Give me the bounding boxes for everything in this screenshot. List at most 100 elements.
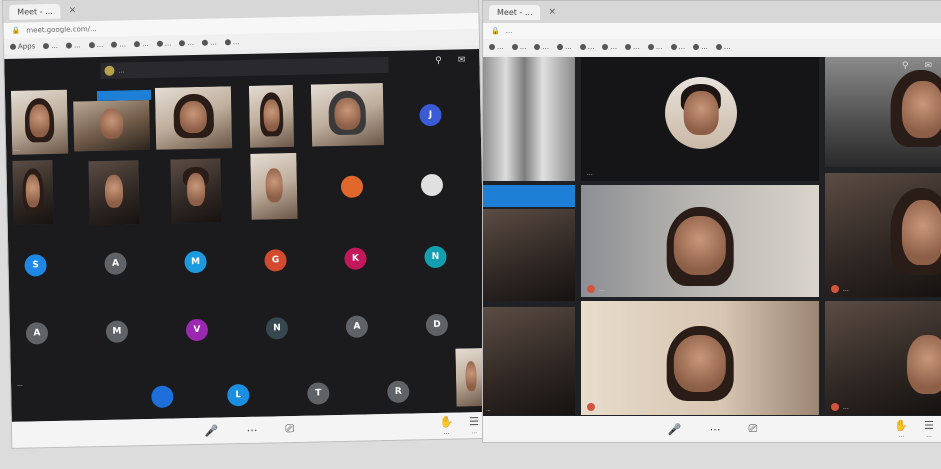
bookmark-item[interactable]: ... <box>715 43 731 51</box>
lock-icon: 🔒 <box>11 26 21 35</box>
participant-avatar[interactable] <box>420 173 444 197</box>
bookmark-item[interactable]: ... <box>670 43 685 51</box>
participant-tile[interactable] <box>88 160 140 226</box>
raise-hand-button[interactable]: ✋ ... <box>894 419 908 439</box>
bookmark-item[interactable]: ... <box>65 41 81 50</box>
bookmark-item[interactable]: ... <box>579 43 594 51</box>
bookmark-item[interactable]: ... <box>647 43 663 51</box>
close-tab-icon[interactable]: × <box>69 5 77 15</box>
participant-tile[interactable]: ... <box>10 89 69 155</box>
participant-avatar[interactable] <box>151 385 174 408</box>
participant-tile[interactable] <box>250 152 298 220</box>
participant-tile[interactable] <box>310 83 385 147</box>
bookmark-favicon-icon <box>9 43 17 50</box>
right-top-icons: ⚲ ✉ <box>902 61 932 71</box>
bookmark-item[interactable]: ... <box>224 38 240 46</box>
participant-tile[interactable] <box>170 158 222 224</box>
people-icon[interactable]: ⚲ <box>435 56 442 66</box>
left-tab[interactable]: Meet - ... <box>9 3 61 20</box>
chat-button[interactable]: ☰ ... <box>469 415 479 435</box>
chat-list-icon: ☰ <box>924 419 934 432</box>
right-address-bar[interactable]: 🔒 ... <box>483 23 941 39</box>
bookmark-item[interactable]: ... <box>625 43 640 51</box>
participant-avatar[interactable]: S <box>24 254 47 277</box>
bookmark-item[interactable]: ... <box>534 43 549 51</box>
bookmark-item[interactable]: ... <box>557 43 572 51</box>
chat-icon[interactable]: ✉ <box>924 61 932 71</box>
participant-name: ... <box>599 285 605 293</box>
right-address-text: ... <box>505 27 513 35</box>
participant-avatar[interactable] <box>340 175 364 198</box>
bookmark-item[interactable]: ... <box>156 39 171 48</box>
participant-avatar[interactable]: A <box>104 252 127 275</box>
participant-tile[interactable]: ... <box>581 185 819 297</box>
more-options-icon[interactable]: ⋯ <box>246 423 257 436</box>
mic-icon[interactable]: 🎤 <box>668 423 682 436</box>
participant-avatar[interactable]: L <box>227 383 250 407</box>
participant-tile[interactable] <box>483 209 575 301</box>
participant-avatar[interactable]: N <box>424 245 447 269</box>
raise-hand-button[interactable]: ✋ ... <box>439 416 453 436</box>
left-meet-grid: ... ⚲ ✉ ... J S A M G K N A M V N A D L … <box>4 49 487 422</box>
bookmark-item[interactable]: ... <box>88 41 103 49</box>
bookmark-item[interactable]: ... <box>179 39 194 47</box>
participant-tile[interactable] <box>73 99 151 152</box>
participant-label: ... <box>831 403 849 411</box>
chat-label: ... <box>926 432 932 439</box>
chat-list-icon: ☰ <box>468 415 480 429</box>
right-tab[interactable]: Meet - ... <box>489 4 541 20</box>
bookmark-item[interactable]: ... <box>43 42 58 50</box>
bookmark-item[interactable]: ... <box>511 43 526 51</box>
participant-avatar[interactable]: D <box>425 313 449 337</box>
bookmark-item[interactable]: ... <box>693 43 708 51</box>
participant-tile[interactable] <box>581 301 819 415</box>
banner-avatar-icon <box>104 65 115 76</box>
participant-avatar[interactable]: N <box>265 317 289 340</box>
people-icon[interactable]: ⚲ <box>902 61 909 71</box>
bookmark-favicon-icon <box>88 42 95 49</box>
close-tab-icon[interactable]: × <box>548 7 556 17</box>
participant-avatar[interactable]: G <box>264 249 287 272</box>
participant-tile[interactable] <box>483 57 575 181</box>
bookmark-favicon-icon <box>43 43 50 50</box>
raise-hand-icon: ✋ <box>439 415 454 429</box>
participant-name: ... <box>843 285 849 293</box>
chat-button[interactable]: ☰ ... <box>924 419 934 439</box>
participant-avatar[interactable]: A <box>345 315 369 338</box>
bookmark-item[interactable]: ... <box>489 43 504 51</box>
participant-tile[interactable] <box>248 84 295 148</box>
bookmark-favicon-icon <box>670 44 677 50</box>
participant-name: ... <box>486 407 491 413</box>
camera-icon[interactable]: ⎚ <box>285 422 294 436</box>
bookmark-label: ... <box>209 38 217 47</box>
participant-avatar[interactable]: K <box>344 247 367 270</box>
participant-avatar[interactable]: M <box>105 320 129 343</box>
bookmark-item[interactable]: Apps <box>9 42 36 51</box>
participant-avatar[interactable]: J <box>419 103 442 127</box>
participant-tile[interactable]: ... <box>825 301 941 415</box>
participant-tile[interactable]: ... <box>825 173 941 297</box>
participant-name: ... <box>587 170 593 177</box>
bookmark-label: Apps <box>17 42 36 51</box>
participant-tile[interactable]: ... <box>483 307 575 415</box>
chat-label: ... <box>471 428 478 436</box>
more-options-icon[interactable]: ⋯ <box>709 423 720 436</box>
bookmark-item[interactable]: ... <box>202 39 217 47</box>
participant-tile[interactable] <box>825 57 941 167</box>
participant-avatar[interactable]: M <box>184 250 207 274</box>
bookmark-item[interactable]: ... <box>111 40 126 49</box>
chat-icon[interactable]: ✉ <box>458 55 466 65</box>
mic-icon[interactable]: 🎤 <box>205 424 219 437</box>
bookmark-item[interactable]: ... <box>602 43 617 51</box>
bookmark-favicon-icon <box>65 42 73 49</box>
participant-avatar[interactable]: A <box>25 322 49 345</box>
participant-tile[interactable] <box>12 159 54 225</box>
bookmark-item[interactable]: ... <box>133 40 149 48</box>
participant-tile[interactable] <box>154 86 233 150</box>
camera-icon[interactable]: ⎚ <box>748 422 757 436</box>
participant-avatar[interactable]: V <box>185 318 209 342</box>
participant-avatar[interactable]: T <box>307 382 330 405</box>
participant-avatar[interactable]: R <box>387 380 410 404</box>
mic-muted-icon <box>587 403 595 411</box>
participant-tile[interactable]: ... <box>581 57 819 181</box>
